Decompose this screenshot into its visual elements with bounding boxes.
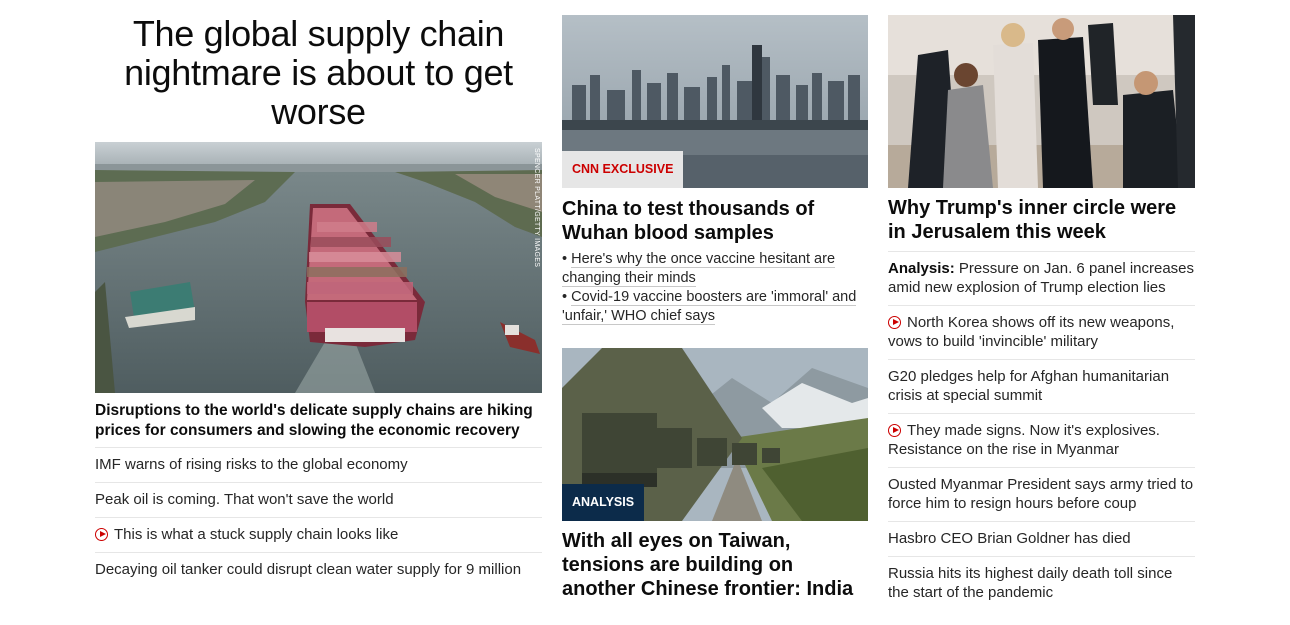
- lead-story-column: The global supply chain nightmare is abo…: [95, 0, 542, 587]
- right-related-links: Analysis: Pressure on Jan. 6 panel incre…: [888, 251, 1195, 610]
- link-text: North Korea shows off its new weapons, v…: [888, 314, 1175, 350]
- list-item[interactable]: • Here's why the once vaccine hesitant a…: [562, 250, 868, 288]
- jerusalem-image[interactable]: [888, 15, 1195, 188]
- play-video-icon: [888, 316, 901, 329]
- cnn-exclusive-badge: CNN EXCLUSIVE: [562, 151, 684, 188]
- list-item[interactable]: Russia hits its highest daily death toll…: [888, 556, 1195, 610]
- analysis-badge: ANALYSIS: [562, 484, 645, 521]
- link-text: Covid-19 vaccine boosters are 'immoral' …: [562, 289, 857, 325]
- list-item[interactable]: Hasbro CEO Brian Goldner has died: [888, 521, 1195, 556]
- wuhan-skyline-image[interactable]: CNN EXCLUSIVE: [562, 15, 868, 188]
- link-text: Peak oil is coming. That won't save the …: [95, 491, 394, 508]
- middle-column: CNN EXCLUSIVE China to test thousands of…: [562, 0, 868, 601]
- link-text: Decaying oil tanker could disrupt clean …: [95, 561, 522, 578]
- lead-related-links: IMF warns of rising risks to the global …: [95, 447, 542, 587]
- play-video-icon: [95, 528, 108, 541]
- container-ship-photo: [95, 142, 542, 393]
- card-headline[interactable]: With all eyes on Taiwan, tensions are bu…: [562, 529, 868, 601]
- list-item[interactable]: Decaying oil tanker could disrupt clean …: [95, 552, 542, 587]
- list-item[interactable]: They made signs. Now it's explosives. Re…: [888, 413, 1195, 467]
- list-item[interactable]: IMF warns of rising risks to the global …: [95, 447, 542, 482]
- link-text: IMF warns of rising risks to the global …: [95, 456, 408, 473]
- link-text: Here's why the once vaccine hesitant are…: [562, 251, 836, 287]
- link-text: G20 pledges help for Afghan humanitarian…: [888, 368, 1170, 404]
- link-text: Russia hits its highest daily death toll…: [888, 565, 1173, 601]
- link-text: This is what a stuck supply chain looks …: [114, 526, 399, 543]
- list-item[interactable]: Ousted Myanmar President says army tried…: [888, 467, 1195, 521]
- list-item[interactable]: G20 pledges help for Afghan humanitarian…: [888, 359, 1195, 413]
- link-text: They made signs. Now it's explosives. Re…: [888, 422, 1160, 458]
- military-trucks-image[interactable]: ANALYSIS: [562, 348, 868, 521]
- card-bullets: • Here's why the once vaccine hesitant a…: [562, 250, 868, 326]
- list-item[interactable]: Peak oil is coming. That won't save the …: [95, 482, 542, 517]
- card-headline[interactable]: Why Trump's inner circle were in Jerusal…: [888, 196, 1195, 244]
- image-credit: SPENCER PLATT/GETTY IMAGES: [533, 148, 540, 268]
- people-walking-photo: [888, 15, 1195, 188]
- play-video-icon: [888, 424, 901, 437]
- list-item[interactable]: Analysis: Pressure on Jan. 6 panel incre…: [888, 251, 1195, 305]
- link-text: Hasbro CEO Brian Goldner has died: [888, 530, 1131, 547]
- lead-headline[interactable]: The global supply chain nightmare is abo…: [95, 14, 542, 131]
- link-text: Ousted Myanmar President says army tried…: [888, 476, 1194, 512]
- card-headline[interactable]: China to test thousands of Wuhan blood s…: [562, 197, 868, 245]
- list-item[interactable]: North Korea shows off its new weapons, v…: [888, 305, 1195, 359]
- analysis-label: Analysis:: [888, 260, 955, 277]
- right-column: Why Trump's inner circle were in Jerusal…: [888, 0, 1195, 610]
- lead-summary[interactable]: Disruptions to the world's delicate supp…: [95, 401, 542, 441]
- lead-image-container-ship[interactable]: SPENCER PLATT/GETTY IMAGES: [95, 142, 542, 393]
- list-item[interactable]: This is what a stuck supply chain looks …: [95, 517, 542, 552]
- list-item[interactable]: • Covid-19 vaccine boosters are 'immoral…: [562, 288, 868, 326]
